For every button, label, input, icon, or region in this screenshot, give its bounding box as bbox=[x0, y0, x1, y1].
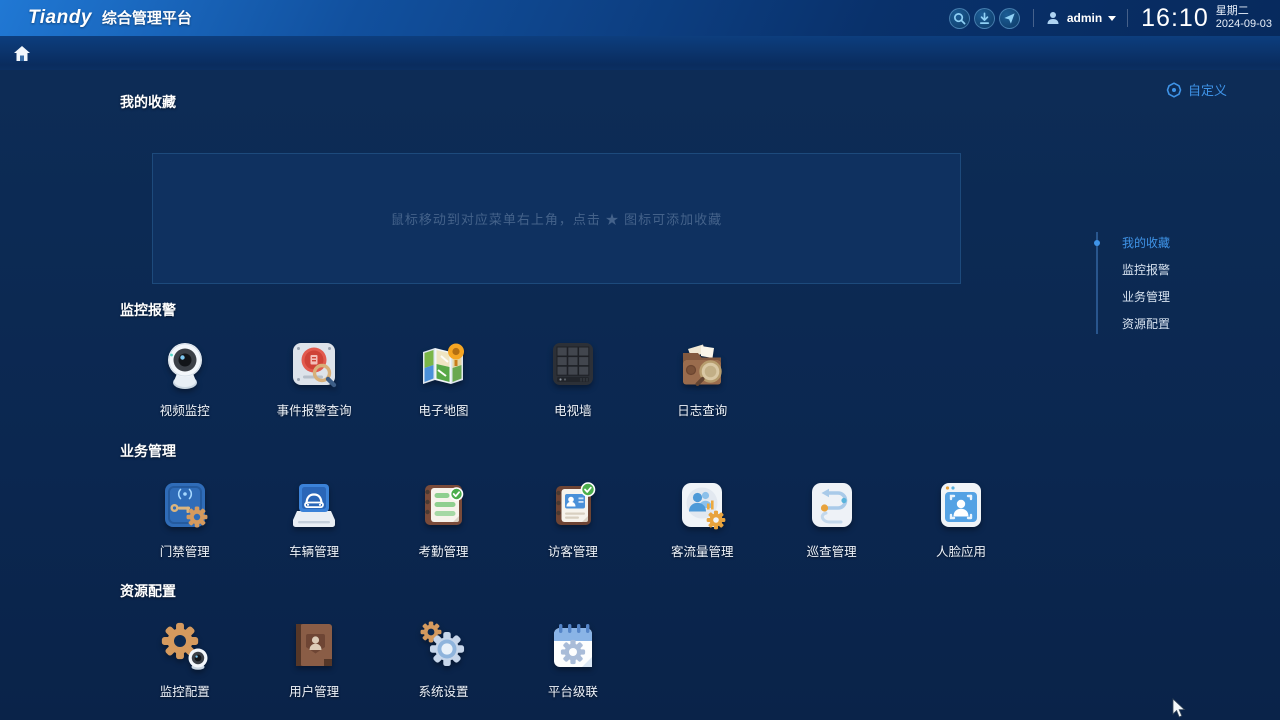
side-nav-item-favorites[interactable]: 我的收藏 bbox=[1122, 236, 1212, 250]
section-title-business-mgmt: 业务管理 bbox=[120, 441, 176, 461]
app-label: 事件报警查询 bbox=[277, 400, 352, 419]
face-app-icon bbox=[933, 477, 989, 533]
clock-time: 16:10 bbox=[1141, 4, 1209, 33]
app-video-surveillance[interactable]: 视频监控 bbox=[120, 336, 249, 419]
section-title-monitor-alarm: 监控报警 bbox=[120, 300, 176, 320]
app-label: 门禁管理 bbox=[160, 541, 210, 560]
app-vehicle-mgmt[interactable]: 车辆管理 bbox=[249, 477, 378, 560]
app-patrol-mgmt[interactable]: 巡查管理 bbox=[767, 477, 896, 560]
visitor-icon bbox=[545, 477, 601, 533]
app-label: 系统设置 bbox=[418, 681, 468, 700]
app-platform-cascade[interactable]: 平台级联 bbox=[508, 617, 637, 700]
app-user-mgmt[interactable]: 用户管理 bbox=[249, 617, 378, 700]
home-icon bbox=[13, 45, 31, 62]
section-side-nav: 我的收藏 监控报警 业务管理 资源配置 bbox=[1096, 228, 1216, 338]
app-label: 平台级联 bbox=[548, 681, 598, 700]
mouse-cursor bbox=[1172, 698, 1187, 719]
user-menu[interactable]: admin bbox=[1045, 10, 1116, 26]
side-nav-active-dot bbox=[1094, 240, 1100, 246]
app-label: 巡查管理 bbox=[807, 541, 857, 560]
download-button[interactable] bbox=[974, 8, 995, 29]
search-button[interactable] bbox=[949, 8, 970, 29]
main-content: 自定义 我的收藏 鼠标移动到对应菜单右上角，点击 ★ 图标可添加收藏 我的收藏 … bbox=[0, 70, 1280, 720]
top-header: Tiandy 综合管理平台 ad bbox=[0, 0, 1280, 36]
app-face-application[interactable]: 人脸应用 bbox=[896, 477, 1025, 560]
patrol-icon bbox=[804, 477, 860, 533]
header-divider bbox=[1033, 9, 1034, 27]
section-title-favorites: 我的收藏 bbox=[120, 92, 176, 112]
chevron-down-icon bbox=[1108, 16, 1116, 21]
customize-button[interactable]: 自定义 bbox=[1166, 80, 1227, 99]
app-grid-resource-config: 监控配置 用户管理 系统设置 bbox=[120, 617, 638, 700]
app-grid-business-mgmt: 门禁管理 车辆管理 bbox=[120, 477, 1026, 560]
app-label: 电视墙 bbox=[554, 400, 592, 419]
app-log-query[interactable]: 日志查询 bbox=[638, 336, 767, 419]
search-icon bbox=[953, 12, 966, 25]
app-label: 考勤管理 bbox=[418, 541, 468, 560]
platform-title: 综合管理平台 bbox=[102, 7, 192, 28]
platform-cascade-icon bbox=[545, 617, 601, 673]
app-tv-wall[interactable]: 电视墙 bbox=[508, 336, 637, 419]
app-label: 用户管理 bbox=[289, 681, 339, 700]
app-passenger-flow-mgmt[interactable]: 客流量管理 bbox=[638, 477, 767, 560]
app-monitor-config[interactable]: 监控配置 bbox=[120, 617, 249, 700]
attendance-icon bbox=[415, 477, 471, 533]
monitor-config-icon bbox=[157, 617, 213, 673]
app-label: 客流量管理 bbox=[671, 541, 734, 560]
app-label: 日志查询 bbox=[677, 400, 727, 419]
favorites-empty-hint: 鼠标移动到对应菜单右上角，点击 ★ 图标可添加收藏 bbox=[391, 209, 722, 228]
customize-label: 自定义 bbox=[1188, 80, 1227, 99]
tv-wall-icon bbox=[545, 336, 601, 392]
side-nav-item-business-mgmt[interactable]: 业务管理 bbox=[1122, 290, 1212, 304]
access-control-icon bbox=[157, 477, 213, 533]
user-icon bbox=[1045, 10, 1061, 26]
favorites-empty-box: 鼠标移动到对应菜单右上角，点击 ★ 图标可添加收藏 bbox=[152, 153, 961, 284]
alarm-search-icon bbox=[286, 336, 342, 392]
customize-gear-icon bbox=[1166, 82, 1182, 98]
app-e-map[interactable]: 电子地图 bbox=[379, 336, 508, 419]
map-icon bbox=[415, 336, 471, 392]
side-nav-item-monitor-alarm[interactable]: 监控报警 bbox=[1122, 263, 1212, 277]
app-grid-monitor-alarm: 视频监控 事件报警查询 bbox=[120, 336, 767, 419]
download-icon bbox=[978, 12, 991, 25]
app-label: 电子地图 bbox=[418, 400, 468, 419]
vehicle-icon bbox=[286, 477, 342, 533]
clock-weekday: 星期二 bbox=[1216, 5, 1272, 18]
clock: 16:10 星期二 2024-09-03 bbox=[1141, 4, 1272, 33]
clock-date: 2024-09-03 bbox=[1216, 18, 1272, 31]
user-management-icon bbox=[286, 617, 342, 673]
section-title-resource-config: 资源配置 bbox=[120, 581, 176, 601]
system-settings-icon bbox=[415, 617, 471, 673]
app-attendance-mgmt[interactable]: 考勤管理 bbox=[379, 477, 508, 560]
app-visitor-mgmt[interactable]: 访客管理 bbox=[508, 477, 637, 560]
send-button[interactable] bbox=[999, 8, 1020, 29]
log-search-icon bbox=[674, 336, 730, 392]
app-label: 人脸应用 bbox=[936, 541, 986, 560]
app-access-control[interactable]: 门禁管理 bbox=[120, 477, 249, 560]
app-label: 视频监控 bbox=[160, 400, 210, 419]
app-label: 访客管理 bbox=[548, 541, 598, 560]
side-nav-item-resource-config[interactable]: 资源配置 bbox=[1122, 317, 1212, 331]
tab-bar bbox=[0, 36, 1280, 70]
webcam-icon bbox=[157, 336, 213, 392]
username-label: admin bbox=[1067, 11, 1102, 25]
side-nav-rail bbox=[1096, 232, 1098, 334]
tiandy-logo: Tiandy bbox=[28, 7, 92, 29]
app-event-alarm-query[interactable]: 事件报警查询 bbox=[249, 336, 378, 419]
header-divider bbox=[1127, 9, 1128, 27]
app-label: 监控配置 bbox=[160, 681, 210, 700]
send-icon bbox=[1003, 12, 1016, 25]
brand: Tiandy 综合管理平台 bbox=[28, 7, 192, 29]
home-tab[interactable] bbox=[8, 41, 36, 66]
app-system-settings[interactable]: 系统设置 bbox=[379, 617, 508, 700]
passenger-flow-icon bbox=[674, 477, 730, 533]
app-label: 车辆管理 bbox=[289, 541, 339, 560]
